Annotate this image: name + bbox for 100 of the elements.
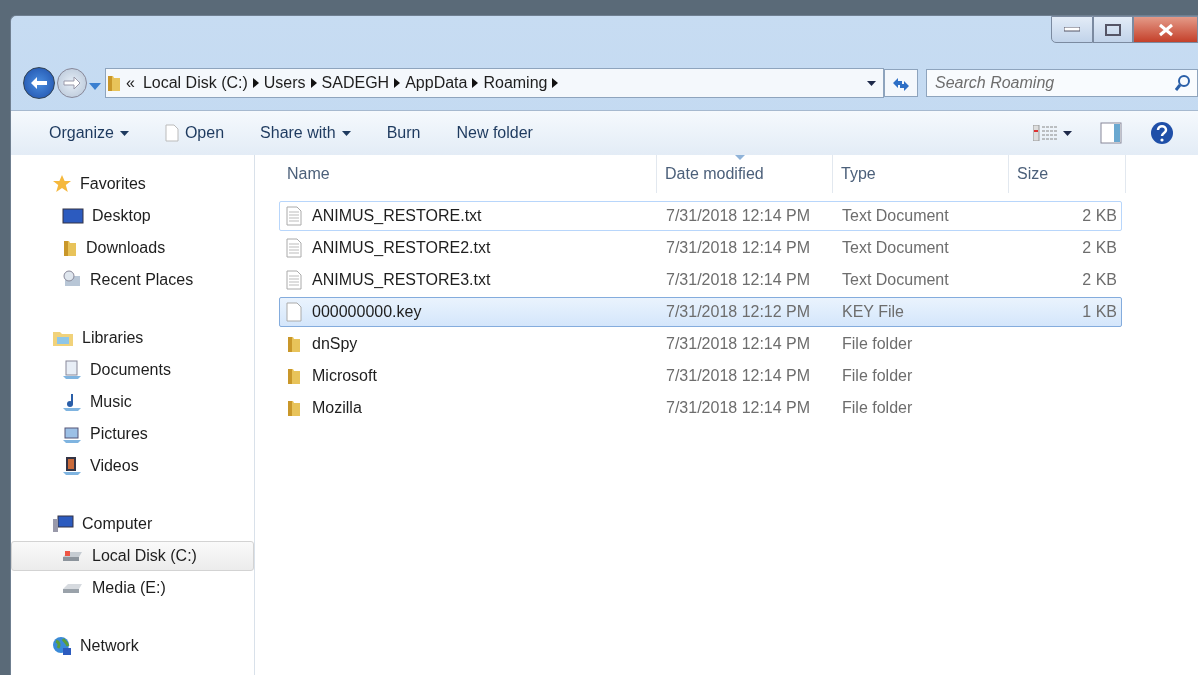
details-view-icon bbox=[1033, 125, 1057, 141]
nav-group[interactable]: Favorites bbox=[11, 169, 254, 199]
toolbar-button[interactable]: Organize bbox=[39, 120, 139, 146]
nav-item[interactable]: Music bbox=[11, 387, 254, 417]
file-row[interactable]: ANIMUS_RESTORE2.txt 7/31/2018 12:14 PM Text Document 2 KB bbox=[279, 233, 1122, 263]
videos-icon bbox=[62, 456, 82, 476]
text-file-icon bbox=[286, 238, 302, 258]
computer-icon bbox=[52, 515, 74, 533]
file-type: KEY File bbox=[841, 303, 905, 321]
close-icon bbox=[1157, 22, 1174, 37]
nav-item[interactable]: Pictures bbox=[11, 419, 254, 449]
folder-icon bbox=[106, 74, 122, 92]
toolbar-button[interactable]: Share with bbox=[250, 120, 361, 146]
file-name: ANIMUS_RESTORE2.txt bbox=[312, 239, 491, 257]
file-type: File folder bbox=[841, 399, 914, 417]
back-arrow-icon bbox=[30, 76, 48, 90]
date-modified: 7/31/2018 12:14 PM bbox=[665, 335, 812, 353]
file-icon bbox=[286, 302, 302, 322]
column-header[interactable]: Name bbox=[279, 155, 657, 193]
file-type: File folder bbox=[841, 367, 914, 385]
date-modified: 7/31/2018 12:14 PM bbox=[665, 207, 812, 225]
file-row[interactable]: dnSpy 7/31/2018 12:14 PM File folder bbox=[279, 329, 1122, 359]
file-row[interactable]: ANIMUS_RESTORE.txt 7/31/2018 12:14 PM Text Document 2 KB bbox=[279, 201, 1122, 231]
file-row[interactable]: ANIMUS_RESTORE3.txt 7/31/2018 12:14 PM Text Document 2 KB bbox=[279, 265, 1122, 295]
nav-item[interactable]: Recent Places bbox=[11, 265, 254, 295]
date-modified: 7/31/2018 12:14 PM bbox=[665, 271, 812, 289]
documents-icon bbox=[62, 360, 82, 380]
nav-item[interactable]: Desktop bbox=[11, 201, 254, 231]
maximize-button[interactable] bbox=[1093, 16, 1133, 43]
forward-arrow-icon bbox=[63, 76, 81, 90]
date-modified: 7/31/2018 12:14 PM bbox=[665, 399, 812, 417]
refresh-button[interactable] bbox=[884, 69, 918, 97]
drive-icon bbox=[62, 549, 84, 563]
search-icon bbox=[1175, 75, 1191, 91]
file-row[interactable]: Mozilla 7/31/2018 12:14 PM File folder bbox=[279, 393, 1122, 423]
breadcrumb[interactable]: Users bbox=[259, 74, 310, 92]
file-row[interactable]: 000000000.key 7/31/2018 12:12 PM KEY File 1 KB bbox=[279, 297, 1122, 327]
nav-item[interactable]: Downloads bbox=[11, 233, 254, 263]
file-row[interactable]: Microsoft 7/31/2018 12:14 PM File folder bbox=[279, 361, 1122, 391]
address-bar[interactable]: « Local Disk (C:) Users SADEGH AppData Roaming bbox=[105, 68, 884, 98]
pane-icon bbox=[1100, 122, 1122, 144]
caret-icon bbox=[119, 130, 129, 136]
folder-icon bbox=[286, 399, 302, 417]
column-header[interactable]: Date modified bbox=[657, 155, 833, 193]
nav-group[interactable]: Network bbox=[11, 631, 254, 661]
breadcrumb[interactable]: SADEGH bbox=[317, 74, 394, 92]
nav-item[interactable]: Local Disk (C:) bbox=[11, 541, 254, 571]
drive-icon bbox=[62, 581, 84, 595]
nav-item[interactable]: Media (E:) bbox=[11, 573, 254, 603]
nav-item[interactable]: Videos bbox=[11, 451, 254, 481]
search-field[interactable]: Search Roaming bbox=[926, 69, 1198, 97]
file-size: 2 KB bbox=[1081, 271, 1118, 289]
caret-icon bbox=[866, 80, 876, 86]
music-icon bbox=[62, 392, 82, 412]
breadcrumb-arrow-icon[interactable] bbox=[394, 78, 401, 88]
back-button[interactable] bbox=[23, 67, 55, 99]
nav-group[interactable]: Libraries bbox=[11, 323, 254, 353]
date-modified: 7/31/2018 12:14 PM bbox=[665, 367, 812, 385]
toolbar-button[interactable]: Open bbox=[154, 120, 235, 146]
file-name: 000000000.key bbox=[312, 303, 422, 321]
libraries-icon bbox=[52, 329, 74, 347]
nav-group[interactable]: Computer bbox=[11, 509, 254, 539]
text-file-icon bbox=[286, 270, 302, 290]
breadcrumb-arrow-icon[interactable] bbox=[472, 78, 479, 88]
column-header[interactable]: Type bbox=[833, 155, 1009, 193]
file-name: ANIMUS_RESTORE3.txt bbox=[312, 271, 491, 289]
breadcrumb-arrow-icon[interactable] bbox=[252, 78, 259, 88]
breadcrumb[interactable]: AppData bbox=[401, 74, 472, 92]
help-icon bbox=[1150, 121, 1174, 145]
file-icon bbox=[164, 124, 179, 142]
file-name: dnSpy bbox=[312, 335, 358, 353]
close-button[interactable] bbox=[1133, 16, 1198, 43]
overflow-button[interactable]: « bbox=[122, 74, 139, 92]
nav-item[interactable]: Documents bbox=[11, 355, 254, 385]
downloads-folder-icon bbox=[62, 239, 78, 257]
caret-icon bbox=[89, 82, 101, 90]
file-name: Mozilla bbox=[312, 399, 362, 417]
file-name: Microsoft bbox=[312, 367, 377, 385]
minimize-button[interactable] bbox=[1051, 16, 1093, 43]
caret-icon bbox=[1063, 130, 1072, 136]
breadcrumb[interactable]: Roaming bbox=[479, 74, 552, 92]
file-type: Text Document bbox=[841, 207, 950, 225]
minimize-icon bbox=[1064, 27, 1080, 32]
desktop-icon bbox=[62, 208, 84, 224]
folder-icon bbox=[286, 367, 302, 385]
file-size: 2 KB bbox=[1081, 207, 1118, 225]
column-header[interactable]: Size bbox=[1009, 155, 1126, 193]
toolbar-button[interactable]: New folder bbox=[446, 120, 543, 146]
maximize-icon bbox=[1105, 23, 1121, 36]
pictures-icon bbox=[62, 424, 82, 444]
file-size: 2 KB bbox=[1081, 239, 1118, 257]
globe-icon bbox=[52, 636, 72, 656]
breadcrumb-arrow-icon[interactable] bbox=[552, 78, 559, 88]
file-name: ANIMUS_RESTORE.txt bbox=[312, 207, 482, 225]
toolbar-button[interactable]: Burn bbox=[376, 120, 431, 146]
file-type: Text Document bbox=[841, 239, 950, 257]
breadcrumb[interactable]: Local Disk (C:) bbox=[138, 74, 252, 92]
breadcrumb-arrow-icon[interactable] bbox=[310, 78, 317, 88]
file-type: File folder bbox=[841, 335, 914, 353]
file-type: Text Document bbox=[841, 271, 950, 289]
